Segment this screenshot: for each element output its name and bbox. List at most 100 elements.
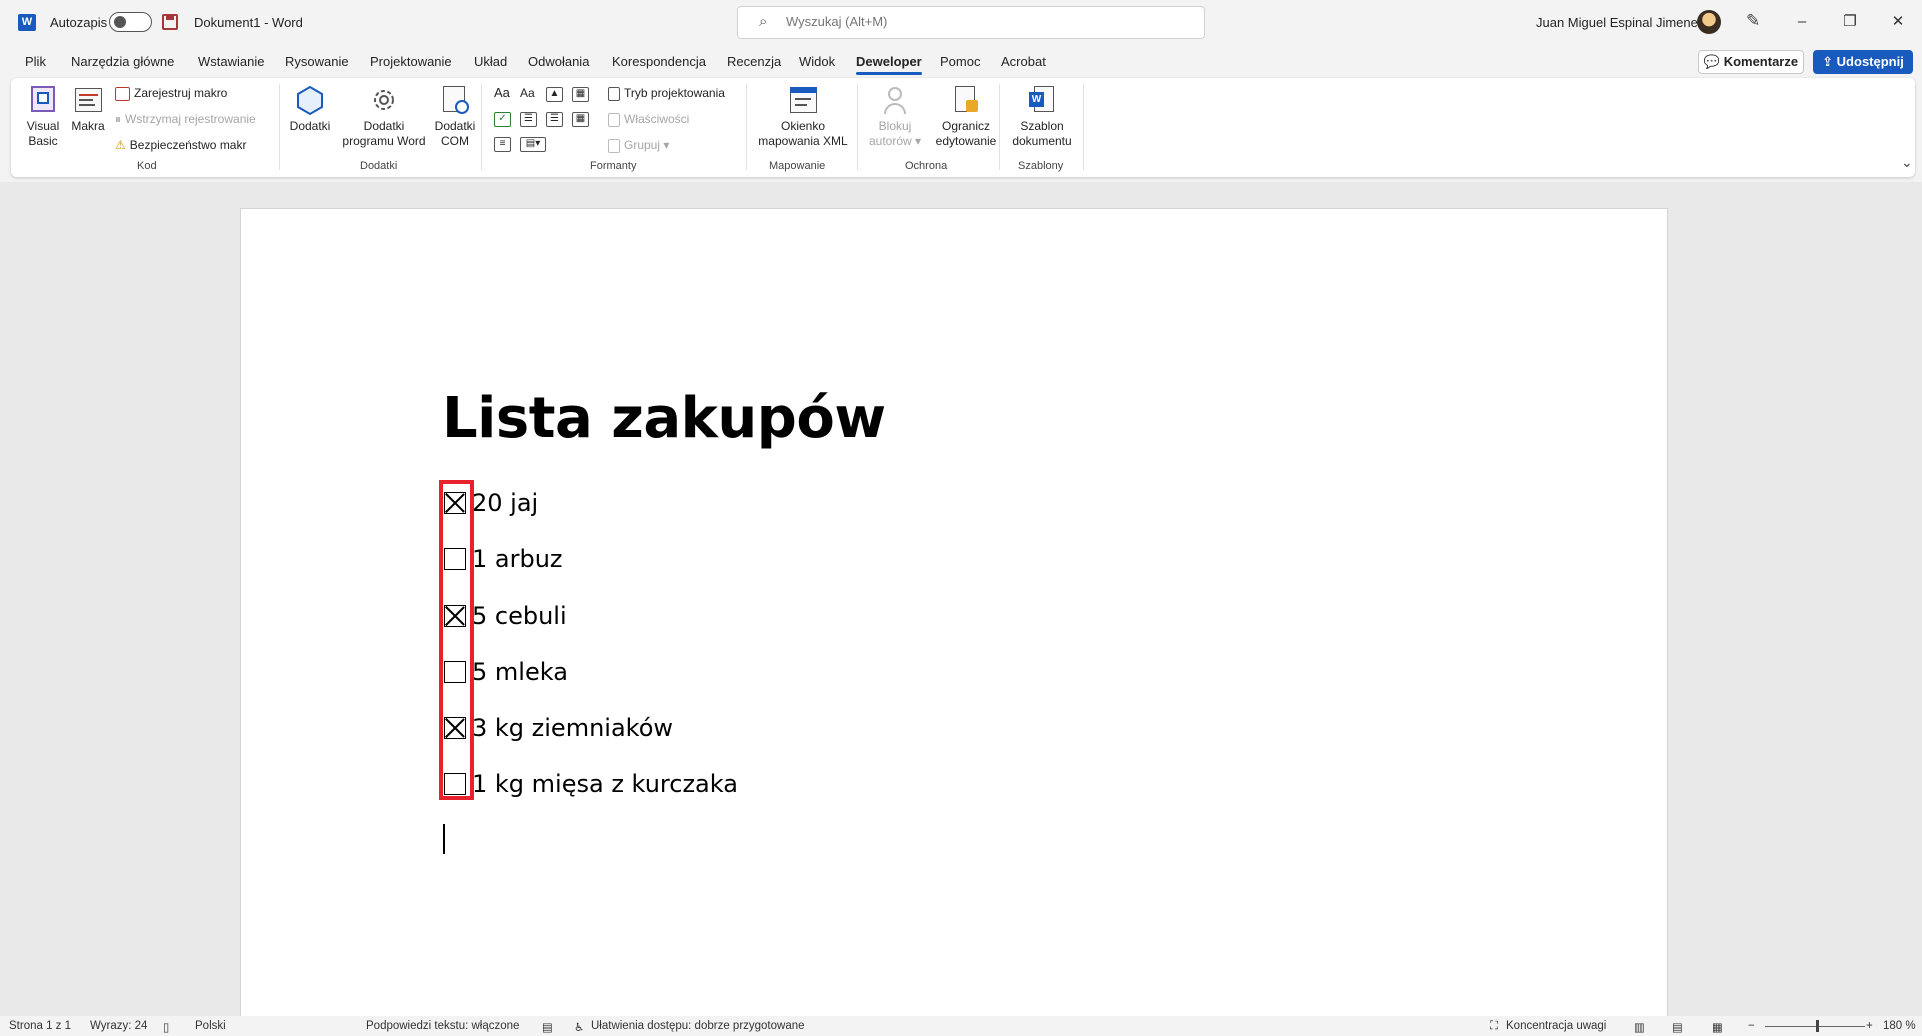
tab-rysowanie[interactable]: Rysowanie: [285, 54, 349, 69]
list-item[interactable]: 1 kg mięsa z kurczaka: [444, 770, 738, 800]
comments-button[interactable]: 💬 Komentarze: [1698, 50, 1804, 74]
web-layout-icon[interactable]: ▦: [1712, 1020, 1723, 1034]
person-icon: [879, 84, 911, 116]
focus-icon[interactable]: ⛶: [1490, 1020, 1498, 1033]
zoom-slider[interactable]: [1765, 1026, 1865, 1027]
word-addins-button[interactable]: Dodatki programu Word: [338, 84, 430, 149]
zoom-out-button[interactable]: −: [1748, 1020, 1755, 1032]
list-item[interactable]: 3 kg ziemniaków: [444, 714, 673, 744]
com-addins-button[interactable]: Dodatki COM: [430, 84, 480, 149]
pen-icon[interactable]: ✎: [1746, 11, 1760, 31]
properties-button[interactable]: Właściwości: [608, 111, 689, 127]
zoom-in-button[interactable]: +: [1866, 1020, 1873, 1032]
word-template-icon: W: [1026, 84, 1058, 116]
share-button[interactable]: ⇪ Udostępnij: [1813, 50, 1913, 74]
tab-acrobat[interactable]: Acrobat: [1001, 54, 1046, 69]
checkbox-highlight-frame: [439, 480, 474, 800]
warning-icon: ⚠: [115, 138, 126, 152]
tab-wstawianie[interactable]: Wstawianie: [198, 54, 264, 69]
group-button[interactable]: Grupuj ▾: [608, 137, 669, 153]
print-layout-icon[interactable]: ▤: [1672, 1020, 1683, 1034]
user-name[interactable]: Juan Miguel Espinal Jimenez: [1536, 15, 1704, 30]
autosave-toggle[interactable]: [109, 12, 152, 32]
accessibility-icon[interactable]: ♿: [574, 1020, 584, 1034]
proofing-icon[interactable]: ▯: [163, 1020, 169, 1034]
combo-box-control-icon[interactable]: ☰: [520, 112, 537, 127]
plain-text-control-button[interactable]: Aa: [520, 85, 535, 101]
search-input[interactable]: [786, 14, 1186, 29]
restore-button[interactable]: ❐: [1830, 9, 1870, 35]
xml-mapping-icon: [787, 84, 819, 116]
design-mode-button[interactable]: Tryb projektowania: [608, 85, 725, 101]
addins-hexagon-icon: [294, 84, 326, 116]
document-canvas: [0, 182, 1922, 1036]
tab-korespondencja[interactable]: Korespondencja: [612, 54, 706, 69]
title-bar: W Autozapis Dokument1 - Word ⌕ Juan Migu…: [0, 0, 1922, 46]
record-macro-icon: [115, 86, 130, 101]
tab-plik[interactable]: Plik: [25, 54, 46, 69]
ribbon-tabs: Plik Narzędzia główne Wstawianie Rysowan…: [0, 50, 1922, 76]
group-label-formanty: Formanty: [590, 160, 637, 172]
group-label-ochrona: Ochrona: [905, 160, 948, 172]
macro-status-icon[interactable]: ▤: [542, 1020, 553, 1034]
addins-button[interactable]: Dodatki: [287, 84, 333, 134]
record-macro-button[interactable]: Zarejestruj makro: [115, 85, 227, 101]
focus-mode[interactable]: Koncentracja uwagi: [1506, 1020, 1606, 1032]
document-title: Dokument1 - Word: [194, 15, 303, 30]
tab-recenzja[interactable]: Recenzja: [727, 54, 781, 69]
tab-uklad[interactable]: Układ: [474, 54, 507, 69]
word-count[interactable]: Wyrazy: 24: [90, 1020, 147, 1032]
block-authors-button[interactable]: Blokuj autorów ▾: [865, 84, 925, 149]
read-mode-icon[interactable]: ▥: [1634, 1020, 1645, 1034]
lock-document-icon: [950, 84, 982, 116]
tab-pomoc[interactable]: Pomoc: [940, 54, 980, 69]
repeating-section-control-icon[interactable]: ≡: [494, 137, 511, 152]
minimize-button[interactable]: –: [1782, 9, 1822, 35]
zoom-slider-thumb[interactable]: [1816, 1020, 1819, 1032]
chevron-down-icon[interactable]: ⌄: [1901, 154, 1913, 171]
word-logo-icon: W: [18, 14, 36, 31]
avatar[interactable]: [1697, 10, 1721, 34]
date-picker-control-icon[interactable]: ▦: [572, 112, 589, 127]
save-icon[interactable]: [162, 14, 178, 30]
pause-recording-button[interactable]: ⏸ Wstrzymaj rejestrowanie: [115, 111, 256, 127]
document-template-button[interactable]: W Szablon dokumentu: [1007, 84, 1077, 149]
checkbox-control-icon[interactable]: ✓: [494, 112, 511, 127]
tab-narzedzia-glowne[interactable]: Narzędzia główne: [71, 54, 174, 69]
page-count[interactable]: Strona 1 z 1: [9, 1020, 71, 1032]
macros-button[interactable]: Makra: [68, 84, 108, 134]
tab-odwolania[interactable]: Odwołania: [528, 54, 589, 69]
group-label-kod: Kod: [137, 160, 157, 172]
ribbon-developer: Visual Basic Makra Zarejestruj makro ⏸ Ws…: [11, 78, 1915, 177]
group-label-szablony: Szablony: [1018, 160, 1064, 172]
dropdown-control-icon[interactable]: ☰: [546, 112, 563, 127]
macros-icon: [72, 84, 104, 116]
text-predictions[interactable]: Podpowiedzi tekstu: włączone: [366, 1020, 519, 1032]
status-bar: Strona 1 z 1 Wyrazy: 24 ▯ Polski Podpowi…: [0, 1016, 1922, 1036]
restrict-editing-button[interactable]: Ogranicz edytowanie: [926, 84, 1006, 149]
com-addins-icon: [439, 84, 471, 116]
zoom-level[interactable]: 180 %: [1883, 1020, 1916, 1032]
group-icon: [608, 138, 620, 153]
autosave-label: Autozapis: [50, 15, 108, 30]
group-label-dodatki: Dodatki: [360, 160, 398, 172]
building-block-control-icon[interactable]: ▦: [572, 87, 589, 102]
visual-basic-button[interactable]: Visual Basic: [23, 84, 63, 149]
language-indicator[interactable]: Polski: [195, 1020, 226, 1032]
properties-icon: [608, 112, 620, 127]
accessibility-status[interactable]: Ułatwienia dostępu: dobrze przygotowane: [591, 1020, 805, 1032]
search-icon: ⌕: [759, 13, 768, 30]
macro-security-button[interactable]: ⚠ Bezpieczeństwo makr: [115, 137, 246, 153]
tab-deweloper[interactable]: Deweloper: [856, 54, 922, 75]
picture-control-icon[interactable]: ▲: [546, 87, 563, 102]
tab-projektowanie[interactable]: Projektowanie: [370, 54, 452, 69]
design-mode-icon: [608, 86, 620, 101]
legacy-tools-icon[interactable]: ▤▾: [520, 137, 546, 152]
search-box[interactable]: ⌕: [737, 6, 1205, 39]
close-button[interactable]: ✕: [1878, 9, 1918, 35]
rich-text-control-button[interactable]: Aa: [494, 85, 510, 101]
group-label-mapowanie: Mapowanie: [769, 160, 826, 172]
xml-mapping-pane-button[interactable]: Okienko mapowania XML: [753, 84, 853, 149]
document-heading[interactable]: Lista zakupów: [442, 386, 886, 451]
tab-widok[interactable]: Widok: [799, 54, 835, 69]
